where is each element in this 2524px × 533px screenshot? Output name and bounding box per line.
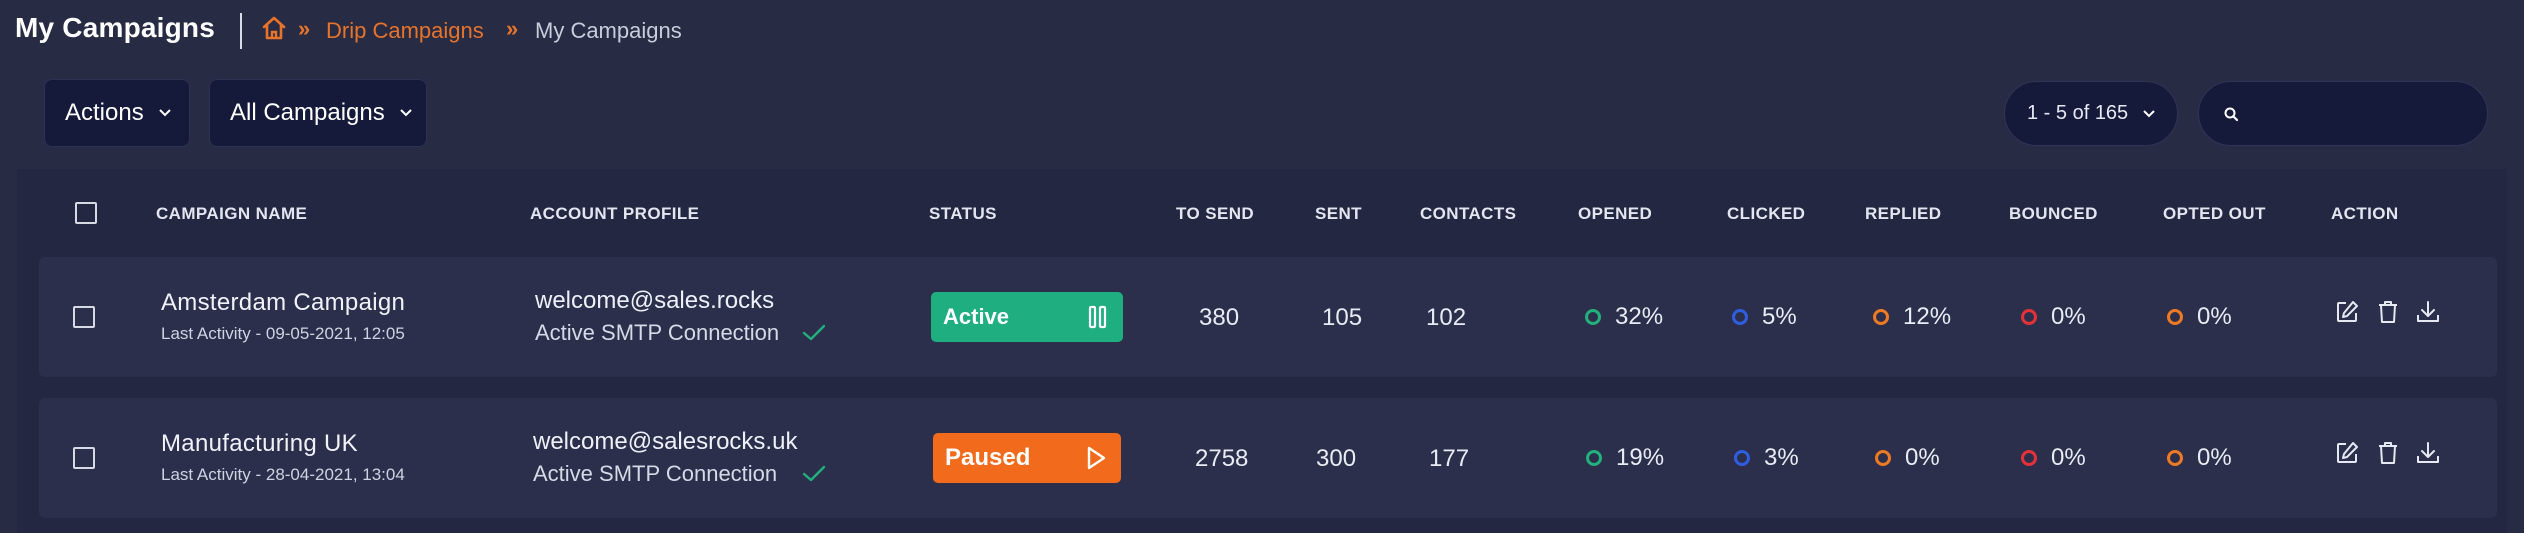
breadcrumb-drip-campaigns[interactable]: Drip Campaigns — [326, 18, 484, 44]
column-header-status[interactable]: STATUS — [929, 204, 997, 224]
clicked-metric: 5% — [1732, 303, 1797, 331]
opted-out-value: 0% — [2197, 303, 2232, 330]
status-label: Active — [943, 304, 1010, 329]
to-send-value: 380 — [1199, 304, 1240, 331]
opted-out-metric: 0% — [2167, 303, 2232, 331]
actions-label: Actions — [65, 99, 144, 126]
breadcrumb-current: My Campaigns — [535, 18, 682, 43]
title-divider — [240, 13, 242, 49]
column-header-contacts[interactable]: CONTACTS — [1420, 204, 1516, 224]
download-icon[interactable] — [2415, 299, 2441, 325]
chevron-down-icon — [158, 109, 171, 117]
sent-value: 105 — [1322, 304, 1363, 331]
last-activity: Last Activity - 09-05-2021, 12:05 — [161, 324, 405, 343]
column-header-replied[interactable]: REPLIED — [1865, 204, 1941, 224]
account-email: welcome@salesrocks.uk — [533, 428, 798, 455]
column-header-to-send[interactable]: TO SEND — [1176, 204, 1254, 224]
chevron-down-icon — [400, 109, 412, 117]
clicked-ring-icon — [1732, 309, 1748, 325]
contacts-value: 177 — [1429, 445, 1470, 472]
opted-out-metric: 0% — [2167, 444, 2232, 472]
breadcrumb-separator: » — [298, 16, 311, 41]
bounced-ring-icon — [2021, 309, 2037, 325]
breadcrumb-separator: » — [506, 16, 519, 41]
opted-out-value: 0% — [2197, 444, 2232, 471]
pause-icon — [1088, 305, 1107, 329]
play-icon — [1087, 446, 1106, 470]
column-header-opened[interactable]: OPENED — [1578, 204, 1652, 224]
opened-value: 19% — [1616, 444, 1665, 471]
edit-icon[interactable] — [2334, 299, 2360, 325]
contacts-value: 102 — [1426, 304, 1467, 331]
table-row[interactable]: Amsterdam Campaign Last Activity - 09-05… — [39, 257, 2497, 377]
campaigns-table: CAMPAIGN NAME ACCOUNT PROFILE STATUS TO … — [17, 169, 2507, 533]
chevron-down-icon — [2143, 109, 2155, 117]
last-activity: Last Activity - 28-04-2021, 13:04 — [161, 465, 405, 484]
page-title: My Campaigns — [15, 12, 215, 43]
account-email: welcome@sales.rocks — [535, 287, 775, 314]
campaign-filter-dropdown[interactable]: All Campaigns — [209, 79, 427, 147]
column-header-opted-out[interactable]: OPTED OUT — [2163, 204, 2266, 224]
select-all-checkbox[interactable] — [75, 202, 97, 224]
actions-dropdown[interactable]: Actions — [44, 79, 190, 147]
replied-value: 0% — [1905, 444, 1940, 471]
replied-metric: 0% — [1875, 444, 1940, 472]
column-header-sent[interactable]: SENT — [1315, 204, 1362, 224]
checkmark-icon — [802, 324, 826, 341]
edit-icon[interactable] — [2334, 440, 2360, 466]
pagination-label: 1 - 5 of 165 — [2027, 102, 2129, 124]
status-toggle-button[interactable]: Active — [931, 292, 1123, 342]
bounced-value: 0% — [2051, 303, 2086, 330]
table-header: CAMPAIGN NAME ACCOUNT PROFILE STATUS TO … — [17, 169, 2507, 257]
column-header-action: ACTION — [2331, 204, 2399, 223]
checkmark-icon — [802, 465, 826, 482]
clicked-metric: 3% — [1734, 444, 1799, 472]
status-toggle-button[interactable]: Paused — [933, 433, 1121, 483]
bounced-metric: 0% — [2021, 444, 2086, 472]
search-icon — [2224, 107, 2239, 122]
search-box — [2198, 81, 2488, 146]
replied-value: 12% — [1903, 303, 1952, 330]
replied-metric: 12% — [1873, 303, 1951, 331]
connection-status: Active SMTP Connection — [535, 320, 780, 345]
download-icon[interactable] — [2415, 440, 2441, 466]
opened-ring-icon — [1586, 450, 1602, 466]
bounced-metric: 0% — [2021, 303, 2086, 331]
home-icon[interactable] — [260, 14, 288, 42]
replied-ring-icon — [1873, 309, 1889, 325]
search-input[interactable] — [2255, 96, 2475, 132]
trash-icon[interactable] — [2375, 299, 2401, 325]
clicked-ring-icon — [1734, 450, 1750, 466]
pagination-dropdown[interactable]: 1 - 5 of 165 — [2004, 81, 2178, 146]
clicked-value: 3% — [1764, 444, 1799, 471]
replied-ring-icon — [1875, 450, 1891, 466]
connection-status: Active SMTP Connection — [533, 461, 778, 486]
opened-metric: 32% — [1585, 303, 1663, 331]
sent-value: 300 — [1316, 445, 1357, 472]
row-checkbox[interactable] — [73, 447, 95, 469]
table-row[interactable]: Manufacturing UK Last Activity - 28-04-2… — [39, 398, 2497, 518]
bounced-ring-icon — [2021, 450, 2037, 466]
bounced-value: 0% — [2051, 444, 2086, 471]
to-send-value: 2758 — [1195, 445, 1249, 472]
column-header-account-profile[interactable]: ACCOUNT PROFILE — [530, 204, 699, 224]
page-header: My Campaigns » Drip Campaigns » My Campa… — [0, 0, 2524, 60]
row-checkbox[interactable] — [73, 306, 95, 328]
column-header-campaign-name[interactable]: CAMPAIGN NAME — [156, 204, 307, 224]
status-label: Paused — [945, 444, 1031, 471]
clicked-value: 5% — [1762, 303, 1797, 330]
trash-icon[interactable] — [2375, 440, 2401, 466]
opted-out-ring-icon — [2167, 450, 2183, 466]
opted-out-ring-icon — [2167, 309, 2183, 325]
column-header-bounced[interactable]: BOUNCED — [2009, 204, 2098, 224]
column-header-clicked[interactable]: CLICKED — [1727, 204, 1805, 224]
campaign-name[interactable]: Amsterdam Campaign — [161, 289, 405, 317]
campaign-filter-label: All Campaigns — [230, 99, 385, 126]
campaign-name[interactable]: Manufacturing UK — [161, 430, 358, 458]
opened-ring-icon — [1585, 309, 1601, 325]
opened-metric: 19% — [1586, 444, 1664, 472]
opened-value: 32% — [1615, 303, 1664, 330]
